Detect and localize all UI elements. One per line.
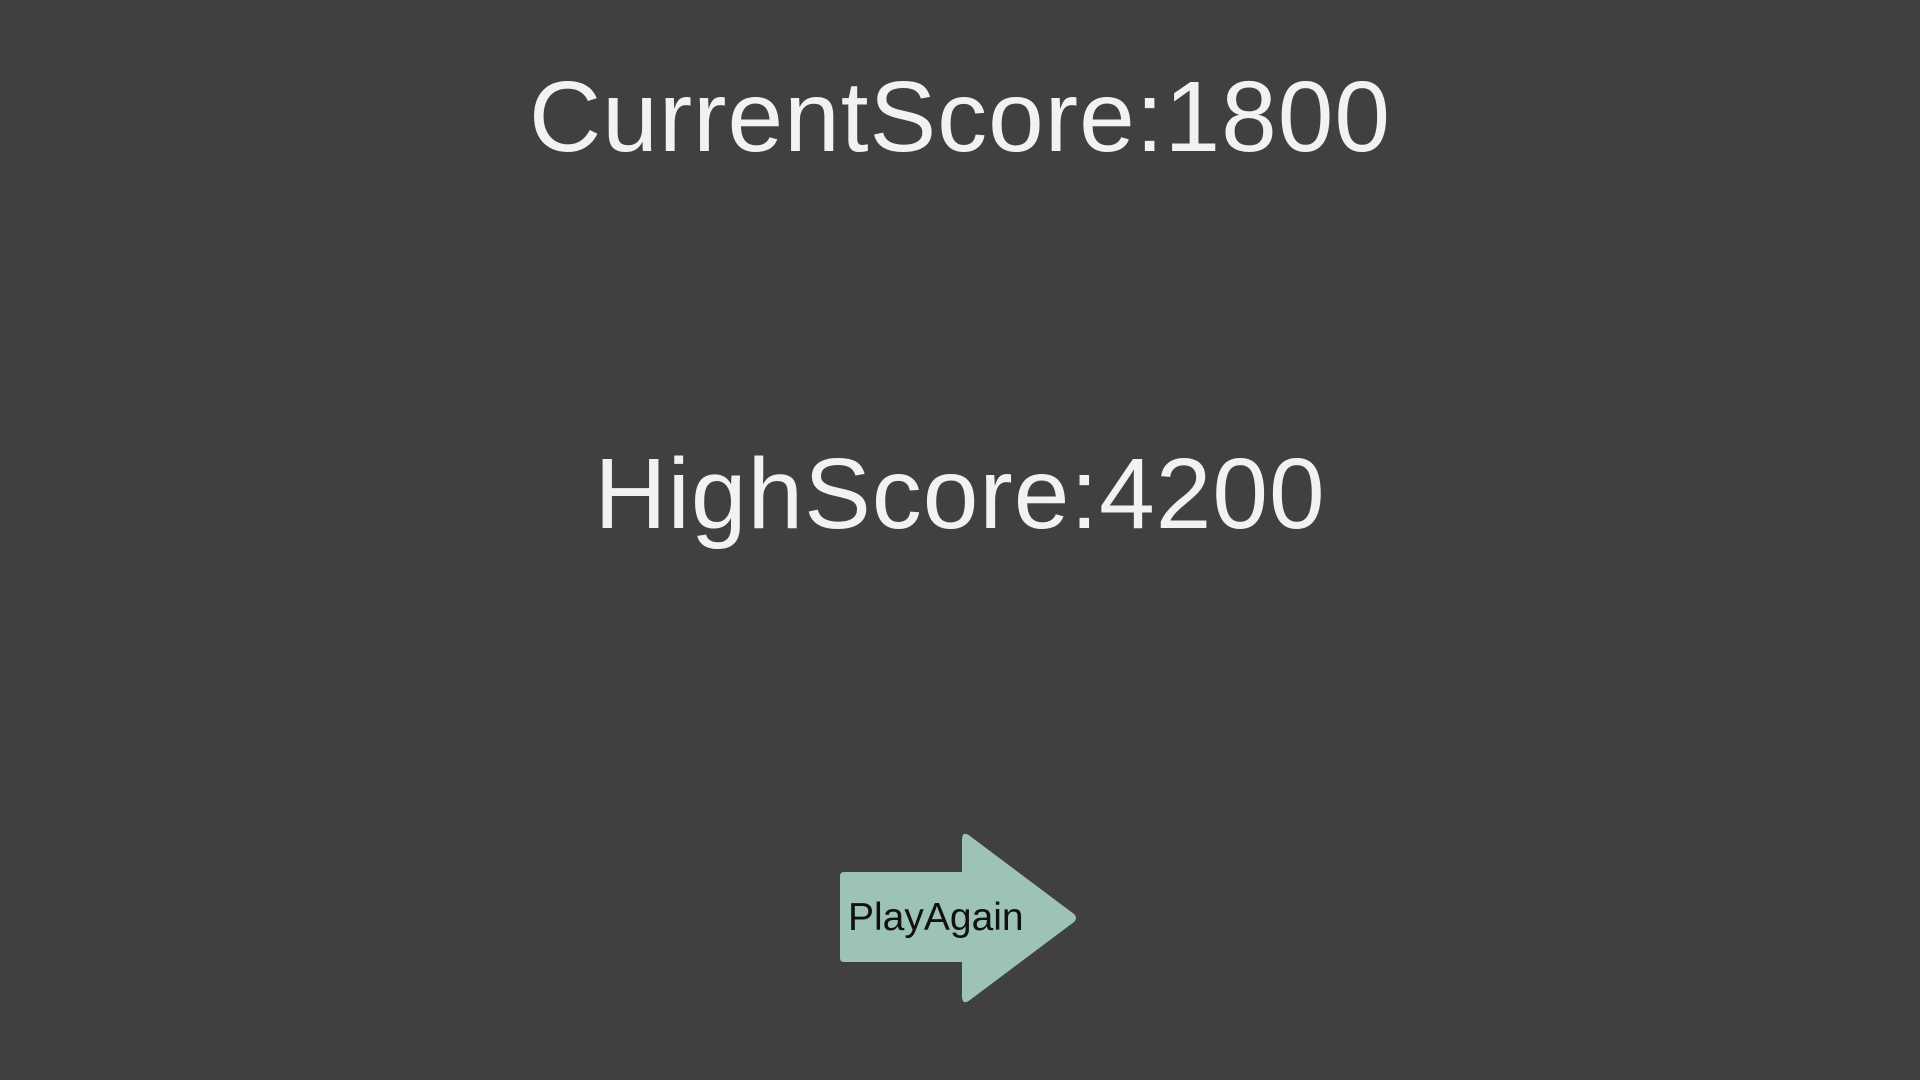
play-again-label: PlayAgain	[848, 896, 1024, 939]
play-again-button[interactable]: PlayAgain	[838, 828, 1080, 1004]
high-score-label: HighScore:4200	[594, 438, 1326, 550]
game-over-screen: CurrentScore:1800 HighScore:4200 PlayAga…	[0, 0, 1920, 1080]
current-score-label: CurrentScore:1800	[529, 61, 1391, 173]
